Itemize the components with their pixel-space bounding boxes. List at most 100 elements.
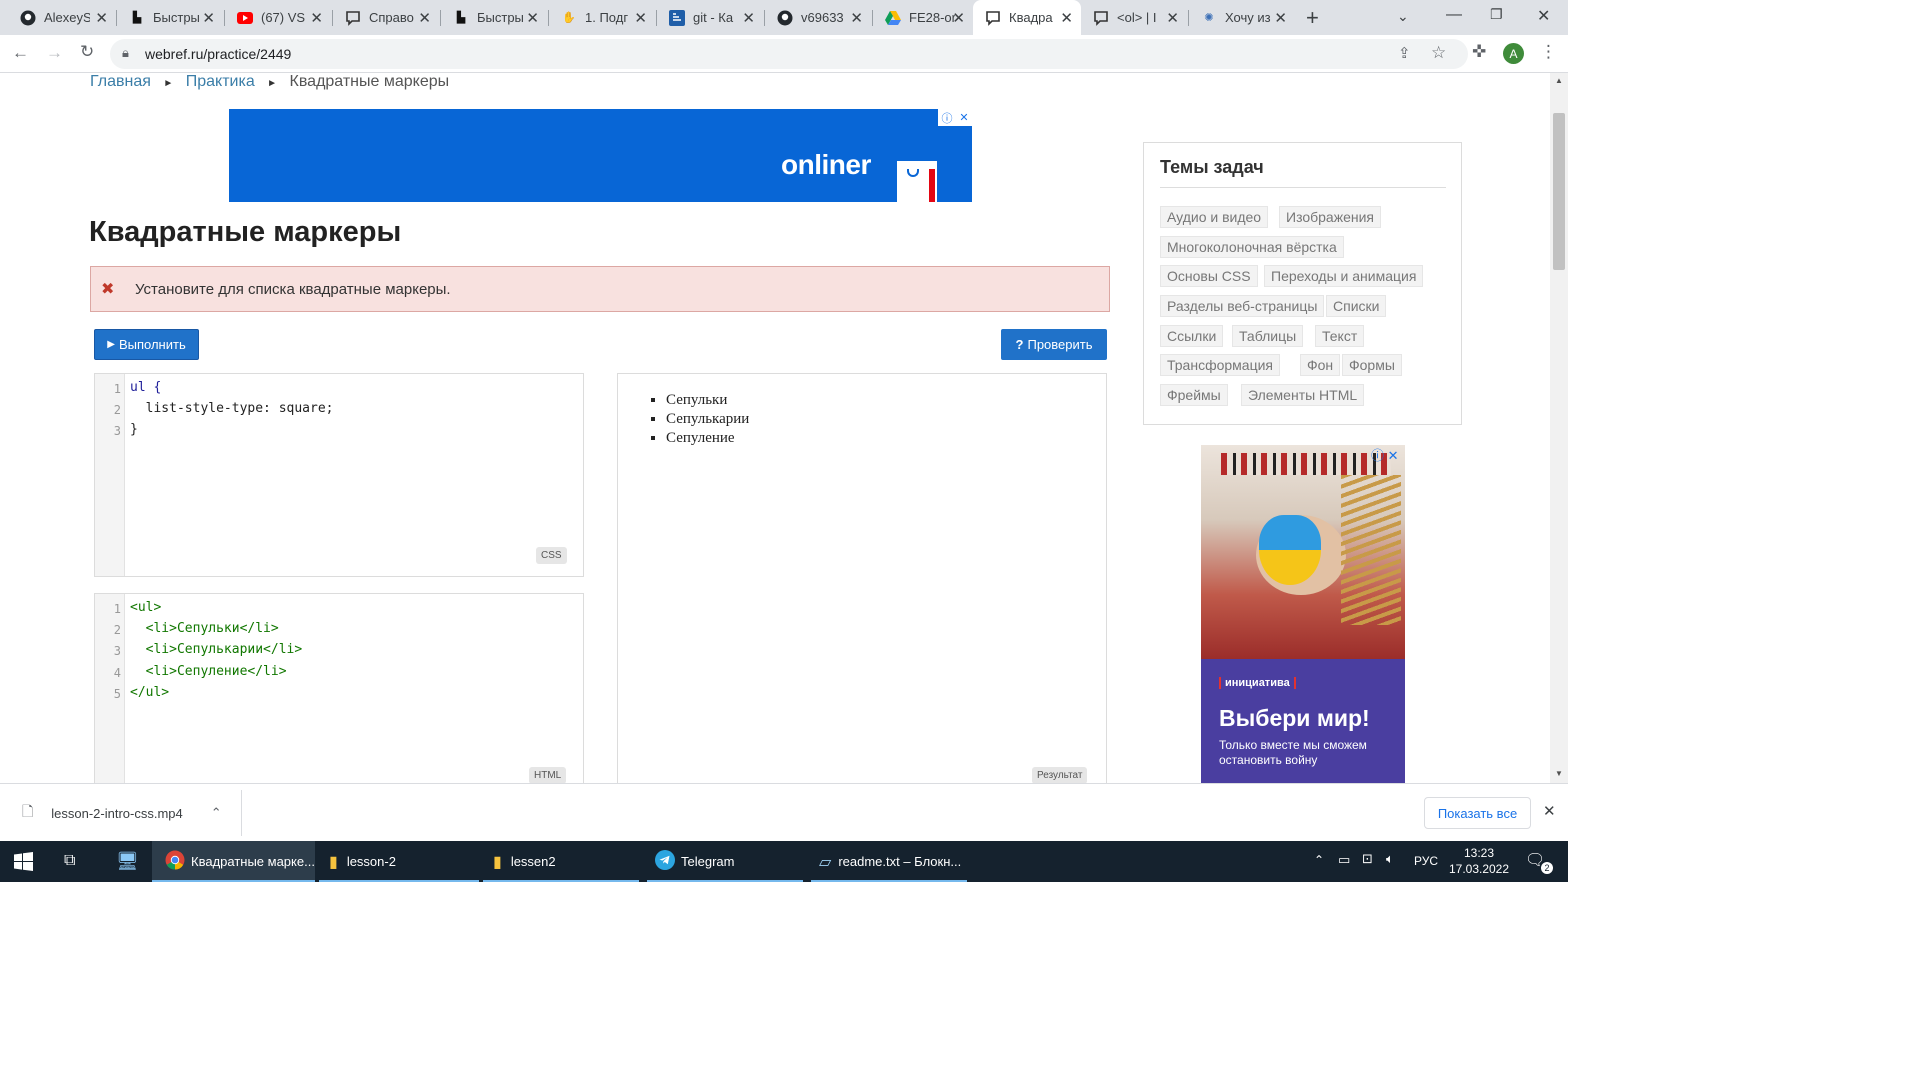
code-line[interactable]: } (130, 422, 138, 437)
ad-choices-icon[interactable]: ⓘ ✕ (938, 109, 972, 126)
tab-search-chevron-icon[interactable]: ⌄ (1397, 8, 1409, 25)
browser-tab[interactable]: ▙ Быстры ✕ (117, 0, 223, 35)
topic-tag[interactable]: Трансформация (1160, 354, 1280, 376)
close-icon[interactable]: ✕ (1274, 9, 1287, 27)
bookmark-star-icon[interactable]: ☆ (1431, 43, 1446, 63)
browser-tab[interactable]: <ol> | I ✕ (1081, 0, 1187, 35)
network-icon[interactable]: ⊡ (1362, 851, 1373, 867)
taskbar-app-folder[interactable]: ▮ lesson-2 (319, 841, 479, 882)
close-icon[interactable]: ✕ (526, 9, 539, 27)
forward-arrow-icon[interactable]: → (46, 43, 63, 63)
windows-start-icon[interactable] (14, 852, 33, 876)
menu-kebab-icon[interactable]: ⋮ (1540, 42, 1557, 62)
browser-tab[interactable]: ▙ Быстры ✕ (441, 0, 547, 35)
browser-tab-active[interactable]: Квадра ✕ (973, 0, 1081, 35)
minimize-icon[interactable]: — (1446, 6, 1462, 24)
code-line[interactable]: <li>Сепульки</li> (130, 621, 279, 636)
close-icon[interactable]: ✕ (634, 9, 647, 27)
tab-title: Хочу из (1225, 10, 1271, 25)
clock[interactable]: 13:23 17.03.2022 (1447, 845, 1511, 877)
extensions-puzzle-icon[interactable]: ✜ (1472, 42, 1486, 62)
breadcrumb-practice-link[interactable]: Практика (186, 73, 255, 90)
topic-tag[interactable]: Переходы и анимация (1264, 265, 1424, 287)
topic-tag[interactable]: Формы (1342, 354, 1402, 376)
close-icon[interactable]: ✕ (1060, 9, 1073, 27)
ad-banner-top[interactable]: onliner ⓘ ✕ (229, 109, 972, 202)
back-arrow-icon[interactable]: ← (12, 43, 29, 63)
run-button[interactable]: ▶ Выполнить (94, 329, 199, 360)
topic-tag[interactable]: Разделы веб-страницы (1160, 295, 1325, 317)
topic-tag[interactable]: Многоколоночная вёрстка (1160, 236, 1344, 258)
desktop-app-icon[interactable]: 🖥︎ (116, 851, 139, 872)
tab-title: v69633 (801, 10, 844, 25)
run-button-label: Выполнить (118, 337, 186, 352)
topic-tag[interactable]: Элементы HTML (1241, 384, 1365, 406)
topic-tag[interactable]: Основы CSS (1160, 265, 1258, 287)
show-all-button[interactable]: Показать все (1424, 797, 1531, 829)
ad-banner-side[interactable]: инициатива Выбери мир! Только вместе мы … (1201, 445, 1405, 783)
code-line[interactable]: </ul> (130, 685, 169, 700)
scrollbar-thumb[interactable] (1553, 113, 1565, 270)
chevron-up-icon[interactable]: ⌃ (1314, 853, 1324, 867)
share-icon[interactable]: ⇪ (1398, 44, 1411, 62)
battery-icon[interactable]: ▭ (1338, 852, 1350, 868)
ad-choices-icon[interactable]: ⓘ ✕ (1371, 445, 1399, 464)
breadcrumb: Главная ► Практика ► Квадратные маркеры (90, 73, 449, 91)
topic-tag[interactable]: Изображения (1279, 206, 1381, 228)
chevron-up-icon[interactable]: ⌃ (211, 805, 222, 821)
close-icon[interactable]: ✕ (1543, 802, 1556, 820)
code-line[interactable]: <ul> (130, 600, 161, 615)
taskbar-app-telegram[interactable]: Telegram (647, 841, 803, 882)
code-line[interactable]: ul { (130, 380, 161, 395)
browser-tab[interactable]: (67) VS ✕ (225, 0, 331, 35)
html-editor[interactable]: 1 2 3 4 5 <ul> <li>Сепульки</li> <li>Сеп… (94, 593, 584, 783)
topic-tag[interactable]: Текст (1315, 325, 1365, 347)
code-line[interactable]: <li>Сепуление</li> (130, 664, 287, 679)
topic-tag[interactable]: Фреймы (1160, 384, 1228, 406)
breadcrumb-home-link[interactable]: Главная (90, 73, 151, 90)
browser-tab[interactable]: ✺ Хочу из ✕ (1189, 0, 1295, 35)
close-icon[interactable]: ✕ (850, 9, 863, 27)
page-scrollbar[interactable]: ▲ ▼ (1550, 73, 1568, 783)
close-icon[interactable]: ✕ (418, 9, 431, 27)
browser-tab[interactable]: git - Ка ✕ (657, 0, 763, 35)
browser-tab[interactable]: FE28-or ✕ (873, 0, 973, 35)
profile-avatar[interactable]: A (1503, 43, 1524, 64)
close-icon[interactable]: ✕ (1166, 9, 1179, 27)
browser-tab[interactable]: AlexeyS ✕ (8, 0, 116, 35)
code-line[interactable]: <li>Сепулькарии</li> (130, 642, 303, 657)
taskbar-app-chrome[interactable]: Квадратные марке... (152, 841, 315, 882)
taskbar-app-notepad[interactable]: ▱ readme.txt – Блокн... (811, 841, 967, 882)
file-icon: 🗋 (22, 803, 34, 819)
css-editor[interactable]: 1 2 3 ul { list-style-type: square; } CS… (94, 373, 584, 577)
topic-tag[interactable]: Ссылки (1160, 325, 1224, 347)
topic-tag[interactable]: Списки (1326, 295, 1387, 317)
browser-tab[interactable]: Справо ✕ (333, 0, 439, 35)
ad-side-subtext: Только вместе мы сможем остановить войну (1219, 738, 1367, 767)
browser-tab[interactable]: ✋ 1. Подг ✕ (549, 0, 655, 35)
scroll-down-icon[interactable]: ▼ (1555, 769, 1563, 778)
code-line[interactable]: list-style-type: square; (130, 401, 334, 416)
language-indicator[interactable]: РУС (1414, 854, 1438, 868)
check-button[interactable]: ? Проверить (1001, 329, 1107, 360)
close-icon[interactable]: ✕ (310, 9, 323, 27)
taskbar-app-folder[interactable]: ▮ lessen2 (483, 841, 639, 882)
window-close-icon[interactable]: ✕ (1537, 6, 1550, 26)
close-icon[interactable]: ✕ (95, 9, 108, 27)
reload-icon[interactable]: ↻ (80, 42, 94, 62)
topic-tag[interactable]: Аудио и видео (1160, 206, 1269, 228)
topic-tag[interactable]: Фон (1300, 354, 1341, 376)
volume-icon[interactable]: 🔈︎ (1386, 851, 1394, 867)
download-item[interactable]: 🗋 lesson-2-intro-css.mp4 ⌃ (16, 798, 241, 828)
url-text[interactable]: webref.ru/practice/2449 (145, 46, 291, 62)
close-icon[interactable]: ✕ (202, 9, 215, 27)
close-icon[interactable]: ✕ (742, 9, 755, 27)
scroll-up-icon[interactable]: ▲ (1555, 76, 1563, 85)
task-view-icon[interactable]: ⧉ (64, 852, 75, 870)
restore-icon[interactable]: ❐ (1490, 6, 1503, 23)
address-bar[interactable]: 🔒︎ webref.ru/practice/2449 ⇪ ☆ (110, 39, 1468, 69)
topic-tag[interactable]: Таблицы (1232, 325, 1304, 347)
new-tab-plus-icon[interactable]: + (1306, 5, 1319, 31)
close-icon[interactable]: ✕ (952, 9, 965, 27)
browser-tab[interactable]: v69633 ✕ (765, 0, 871, 35)
